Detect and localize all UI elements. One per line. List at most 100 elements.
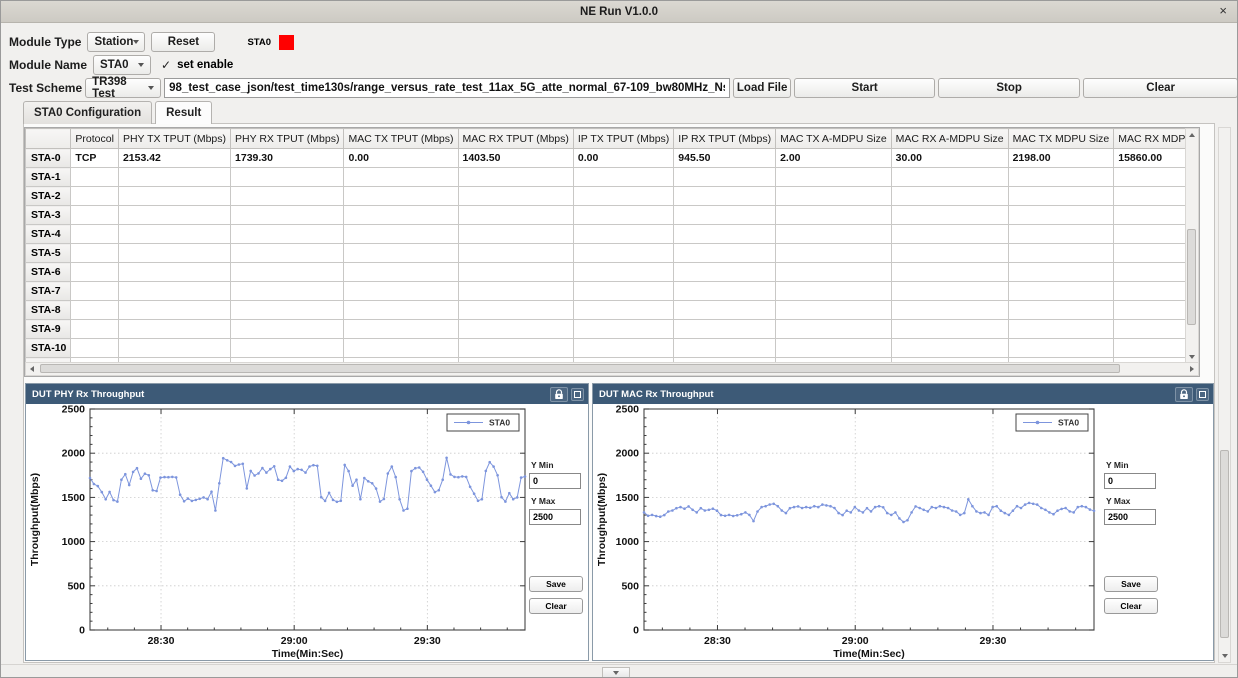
test-scheme-dropdown[interactable]: TR398 Test <box>85 78 161 98</box>
table-cell[interactable] <box>776 168 892 187</box>
start-button[interactable]: Start <box>794 78 935 98</box>
reset-button[interactable]: Reset <box>151 32 215 52</box>
table-cell[interactable] <box>1114 244 1187 263</box>
test-file-path-input[interactable] <box>164 78 730 98</box>
table-cell[interactable]: 0.00 <box>344 149 458 168</box>
table-cell[interactable] <box>891 282 1008 301</box>
table-cell[interactable] <box>458 282 573 301</box>
main-vertical-scrollbar[interactable] <box>1218 127 1231 663</box>
table-cell[interactable] <box>1114 187 1187 206</box>
table-cell[interactable] <box>1008 263 1114 282</box>
table-cell[interactable] <box>71 168 119 187</box>
table-cell[interactable] <box>231 263 344 282</box>
row-header[interactable]: STA-3 <box>26 206 71 225</box>
column-header[interactable]: PHY RX TPUT (Mbps) <box>231 129 344 149</box>
table-cell[interactable] <box>231 244 344 263</box>
table-hscroll-thumb[interactable] <box>40 364 1120 373</box>
table-cell[interactable] <box>1114 263 1187 282</box>
y-max-input[interactable] <box>529 509 581 525</box>
table-vertical-scrollbar[interactable] <box>1185 128 1199 364</box>
clear-button[interactable]: Clear <box>529 598 583 614</box>
save-button[interactable]: Save <box>1104 576 1158 592</box>
table-cell[interactable] <box>573 301 673 320</box>
row-header[interactable]: STA-7 <box>26 282 71 301</box>
column-header[interactable]: MAC TX MDPU Size <box>1008 129 1114 149</box>
table-cell[interactable] <box>118 339 230 358</box>
table-cell[interactable] <box>1008 301 1114 320</box>
table-cell[interactable]: 2153.42 <box>118 149 230 168</box>
table-cell[interactable]: 1403.50 <box>458 149 573 168</box>
table-cell[interactable] <box>891 225 1008 244</box>
table-cell[interactable] <box>573 282 673 301</box>
table-cell[interactable] <box>71 225 119 244</box>
close-icon[interactable]: × <box>1219 3 1227 18</box>
table-cell[interactable] <box>1114 282 1187 301</box>
table-cell[interactable] <box>891 320 1008 339</box>
table-cell[interactable] <box>458 225 573 244</box>
table-cell[interactable] <box>458 339 573 358</box>
table-cell[interactable]: 2.00 <box>776 149 892 168</box>
table-cell[interactable] <box>573 339 673 358</box>
save-button[interactable]: Save <box>529 576 583 592</box>
table-cell[interactable]: TCP <box>71 149 119 168</box>
table-cell[interactable] <box>344 301 458 320</box>
table-cell[interactable] <box>1008 225 1114 244</box>
table-cell[interactable] <box>344 263 458 282</box>
table-cell[interactable] <box>573 320 673 339</box>
column-header[interactable]: MAC RX A-MDPU Size <box>891 129 1008 149</box>
table-cell[interactable] <box>118 301 230 320</box>
column-header[interactable]: Protocol <box>71 129 119 149</box>
table-cell[interactable] <box>891 244 1008 263</box>
column-header[interactable]: PHY TX TPUT (Mbps) <box>118 129 230 149</box>
table-cell[interactable] <box>458 263 573 282</box>
table-cell[interactable] <box>573 187 673 206</box>
table-cell[interactable] <box>118 320 230 339</box>
table-cell[interactable] <box>1114 339 1187 358</box>
module-name-dropdown[interactable]: STA0 <box>93 55 151 75</box>
table-horizontal-scrollbar[interactable] <box>25 362 1199 376</box>
main-vscroll-thumb[interactable] <box>1220 450 1229 638</box>
row-header[interactable]: STA-1 <box>26 168 71 187</box>
table-cell[interactable] <box>458 187 573 206</box>
table-cell[interactable] <box>458 168 573 187</box>
table-cell[interactable] <box>344 225 458 244</box>
table-cell[interactable] <box>674 187 776 206</box>
table-cell[interactable] <box>458 301 573 320</box>
row-header[interactable]: STA-4 <box>26 225 71 244</box>
table-cell[interactable] <box>231 339 344 358</box>
table-cell[interactable] <box>71 320 119 339</box>
table-cell[interactable] <box>1008 168 1114 187</box>
row-header[interactable]: STA-8 <box>26 301 71 320</box>
table-cell[interactable] <box>674 225 776 244</box>
table-cell[interactable] <box>674 282 776 301</box>
column-header[interactable]: IP RX TPUT (Mbps) <box>674 129 776 149</box>
load-file-button[interactable]: Load File <box>733 78 791 98</box>
table-cell[interactable] <box>776 187 892 206</box>
table-cell[interactable]: 945.50 <box>674 149 776 168</box>
table-cell[interactable] <box>674 244 776 263</box>
restore-icon[interactable] <box>1196 388 1209 401</box>
table-cell[interactable] <box>1008 339 1114 358</box>
row-header[interactable]: STA-0 <box>26 149 71 168</box>
table-cell[interactable] <box>573 244 673 263</box>
table-cell[interactable] <box>118 263 230 282</box>
table-cell[interactable] <box>573 168 673 187</box>
table-cell[interactable] <box>1008 187 1114 206</box>
table-cell[interactable] <box>118 187 230 206</box>
table-cell[interactable]: 0.00 <box>573 149 673 168</box>
table-cell[interactable] <box>891 206 1008 225</box>
table-cell[interactable] <box>344 187 458 206</box>
table-cell[interactable] <box>118 206 230 225</box>
table-cell[interactable] <box>71 282 119 301</box>
table-cell[interactable] <box>674 168 776 187</box>
table-cell[interactable] <box>231 206 344 225</box>
clear-button[interactable]: Clear <box>1083 78 1238 98</box>
table-cell[interactable] <box>573 225 673 244</box>
table-cell[interactable] <box>71 301 119 320</box>
table-cell[interactable] <box>776 206 892 225</box>
table-cell[interactable] <box>776 263 892 282</box>
table-cell[interactable] <box>344 320 458 339</box>
table-cell[interactable] <box>891 301 1008 320</box>
tab-sta0-configuration[interactable]: STA0 Configuration <box>23 101 152 124</box>
table-cell[interactable] <box>674 206 776 225</box>
